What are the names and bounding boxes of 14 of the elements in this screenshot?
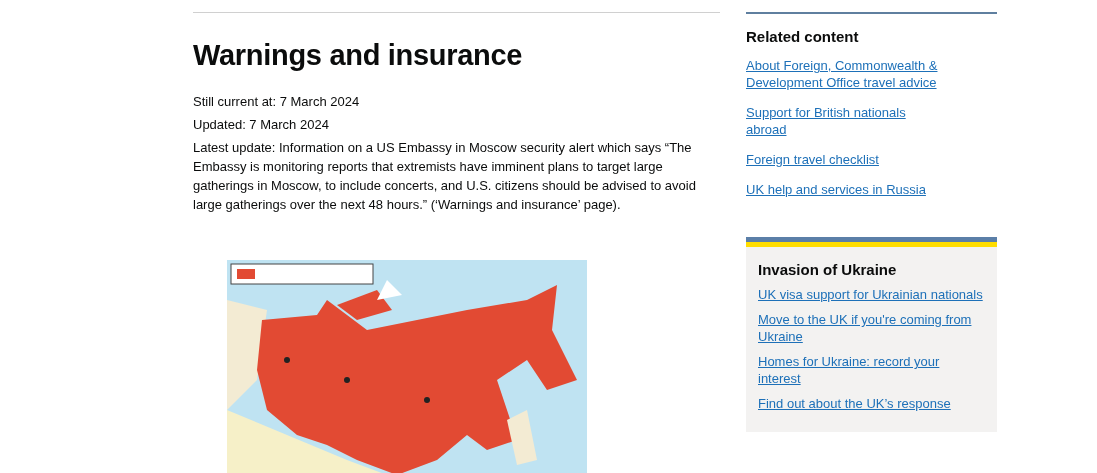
ukraine-link[interactable]: UK visa support for Ukrainian nationals <box>758 286 984 303</box>
panel-heading: Invasion of Ukraine <box>758 261 897 278</box>
meta-text: Still current at: 7 March 2024 <box>193 93 361 111</box>
meta-text: Latest update: Information on a US Embassy in Moscow security alert which says “The Embassy is monitoring reports that extremists have imminent plans to target large gatherings in Moscow, to include concerts, and U.S. citizens should be advised to avoid large gatherings over the next 48 hours.” (‘Warnings and insurance’ page). <box>193 139 697 214</box>
ukraine-link[interactable]: Find out about the UK’s response <box>758 395 984 412</box>
related-link[interactable]: Support for British nationals abroad <box>746 104 946 138</box>
page-heading: Warnings and insurance <box>193 39 524 72</box>
meta-text: Updated: 7 March 2024 <box>193 116 330 134</box>
ukraine-link[interactable]: Homes for Ukraine: record your interest <box>758 353 984 387</box>
related-link[interactable]: UK help and services in Russia <box>746 181 946 198</box>
section-heading: Related content <box>746 28 859 45</box>
related-link[interactable]: About Foreign, Commonwealth & Development Office travel advice <box>746 57 946 91</box>
related-link[interactable]: Foreign travel checklist <box>746 151 946 168</box>
ukraine-link[interactable]: Move to the UK if you're coming from Ukraine <box>758 311 984 345</box>
